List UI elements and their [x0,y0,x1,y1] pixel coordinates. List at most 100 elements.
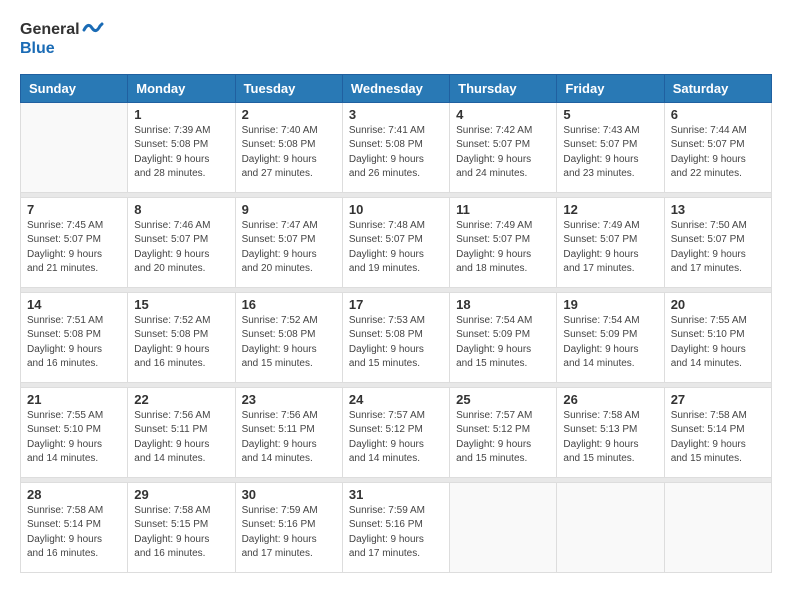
day-cell: 15 Sunrise: 7:52 AMSunset: 5:08 PMDayligh… [128,292,235,382]
day-cell: 29 Sunrise: 7:58 AMSunset: 5:15 PMDayligh… [128,482,235,572]
day-cell: 25 Sunrise: 7:57 AMSunset: 5:12 PMDayligh… [450,387,557,477]
weekday-header-wednesday: Wednesday [342,74,449,102]
day-info: Sunrise: 7:58 AMSunset: 5:14 PMDaylight:… [671,409,765,467]
day-info: Sunrise: 7:59 AMSunset: 5:16 PMDaylight:… [242,504,336,562]
day-number: 20 [671,297,765,312]
day-number: 23 [242,392,336,407]
day-info: Sunrise: 7:43 AMSunset: 5:07 PMDaylight:… [563,124,657,182]
day-number: 31 [349,487,443,502]
day-cell: 21 Sunrise: 7:55 AMSunset: 5:10 PMDayligh… [21,387,128,477]
day-info: Sunrise: 7:58 AMSunset: 5:15 PMDaylight:… [134,504,228,562]
day-info: Sunrise: 7:47 AMSunset: 5:07 PMDaylight:… [242,219,336,277]
day-info: Sunrise: 7:52 AMSunset: 5:08 PMDaylight:… [134,314,228,372]
day-cell: 17 Sunrise: 7:53 AMSunset: 5:08 PMDayligh… [342,292,449,382]
day-cell: 14 Sunrise: 7:51 AMSunset: 5:08 PMDayligh… [21,292,128,382]
day-number: 26 [563,392,657,407]
day-info: Sunrise: 7:56 AMSunset: 5:11 PMDaylight:… [242,409,336,467]
day-info: Sunrise: 7:53 AMSunset: 5:08 PMDaylight:… [349,314,443,372]
day-info: Sunrise: 7:54 AMSunset: 5:09 PMDaylight:… [563,314,657,372]
week-row-2: 7 Sunrise: 7:45 AMSunset: 5:07 PMDaylight… [21,197,772,287]
day-info: Sunrise: 7:59 AMSunset: 5:16 PMDaylight:… [349,504,443,562]
day-cell: 24 Sunrise: 7:57 AMSunset: 5:12 PMDayligh… [342,387,449,477]
logo-blue: Blue [20,40,104,58]
day-cell: 18 Sunrise: 7:54 AMSunset: 5:09 PMDayligh… [450,292,557,382]
day-number: 21 [27,392,121,407]
day-info: Sunrise: 7:45 AMSunset: 5:07 PMDaylight:… [27,219,121,277]
day-cell: 6Sunrise: 7:44 AMSunset: 5:07 PMDaylight… [664,102,771,192]
day-info: Sunrise: 7:57 AMSunset: 5:12 PMDaylight:… [349,409,443,467]
week-row-5: 28Sunrise: 7:58 AMSunset: 5:14 PMDayligh… [21,482,772,572]
week-row-3: 14 Sunrise: 7:51 AMSunset: 5:08 PMDayligh… [21,292,772,382]
day-number: 30 [242,487,336,502]
day-number: 25 [456,392,550,407]
day-number: 12 [563,202,657,217]
day-number: 19 [563,297,657,312]
week-row-4: 21 Sunrise: 7:55 AMSunset: 5:10 PMDayligh… [21,387,772,477]
weekday-header-saturday: Saturday [664,74,771,102]
day-info: Sunrise: 7:49 AMSunset: 5:07 PMDaylight:… [563,219,657,277]
day-cell: 26Sunrise: 7:58 AMSunset: 5:13 PMDayligh… [557,387,664,477]
page-header: General Blue [20,20,772,58]
logo-general: General [20,21,80,39]
day-number: 15 [134,297,228,312]
day-info: Sunrise: 7:58 AMSunset: 5:14 PMDaylight:… [27,504,121,562]
day-cell: 22Sunrise: 7:56 AMSunset: 5:11 PMDayligh… [128,387,235,477]
day-number: 1 [134,107,228,122]
day-cell [557,482,664,572]
weekday-header-tuesday: Tuesday [235,74,342,102]
day-number: 17 [349,297,443,312]
weekday-header-friday: Friday [557,74,664,102]
day-cell: 11Sunrise: 7:49 AMSunset: 5:07 PMDayligh… [450,197,557,287]
day-number: 29 [134,487,228,502]
day-number: 11 [456,202,550,217]
day-info: Sunrise: 7:42 AMSunset: 5:07 PMDaylight:… [456,124,550,182]
day-cell: 13 Sunrise: 7:50 AMSunset: 5:07 PMDayligh… [664,197,771,287]
day-info: Sunrise: 7:46 AMSunset: 5:07 PMDaylight:… [134,219,228,277]
day-number: 8 [134,202,228,217]
day-number: 18 [456,297,550,312]
day-number: 5 [563,107,657,122]
day-cell: 30 Sunrise: 7:59 AMSunset: 5:16 PMDayligh… [235,482,342,572]
day-info: Sunrise: 7:57 AMSunset: 5:12 PMDaylight:… [456,409,550,467]
logo: General Blue [20,20,104,58]
day-number: 16 [242,297,336,312]
day-info: Sunrise: 7:55 AMSunset: 5:10 PMDaylight:… [27,409,121,467]
day-cell: 27Sunrise: 7:58 AMSunset: 5:14 PMDayligh… [664,387,771,477]
day-info: Sunrise: 7:50 AMSunset: 5:07 PMDaylight:… [671,219,765,277]
day-cell: 20 Sunrise: 7:55 AMSunset: 5:10 PMDayligh… [664,292,771,382]
logo-wave-icon [82,20,104,40]
day-number: 13 [671,202,765,217]
day-cell: 3Sunrise: 7:41 AMSunset: 5:08 PMDaylight… [342,102,449,192]
day-number: 10 [349,202,443,217]
day-cell: 23 Sunrise: 7:56 AMSunset: 5:11 PMDayligh… [235,387,342,477]
day-info: Sunrise: 7:55 AMSunset: 5:10 PMDaylight:… [671,314,765,372]
day-cell: 28Sunrise: 7:58 AMSunset: 5:14 PMDayligh… [21,482,128,572]
day-info: Sunrise: 7:39 AMSunset: 5:08 PMDaylight:… [134,124,228,182]
day-cell: 5 Sunrise: 7:43 AMSunset: 5:07 PMDaylight… [557,102,664,192]
day-number: 2 [242,107,336,122]
weekday-header-thursday: Thursday [450,74,557,102]
day-cell: 16 Sunrise: 7:52 AMSunset: 5:08 PMDayligh… [235,292,342,382]
day-cell [450,482,557,572]
week-row-1: 1 Sunrise: 7:39 AMSunset: 5:08 PMDaylight… [21,102,772,192]
day-cell: 19 Sunrise: 7:54 AMSunset: 5:09 PMDayligh… [557,292,664,382]
day-cell [664,482,771,572]
day-number: 4 [456,107,550,122]
weekday-header-monday: Monday [128,74,235,102]
day-info: Sunrise: 7:51 AMSunset: 5:08 PMDaylight:… [27,314,121,372]
day-number: 6 [671,107,765,122]
day-info: Sunrise: 7:54 AMSunset: 5:09 PMDaylight:… [456,314,550,372]
day-number: 24 [349,392,443,407]
day-number: 22 [134,392,228,407]
day-cell: 4 Sunrise: 7:42 AMSunset: 5:07 PMDaylight… [450,102,557,192]
day-info: Sunrise: 7:40 AMSunset: 5:08 PMDaylight:… [242,124,336,182]
day-cell: 7 Sunrise: 7:45 AMSunset: 5:07 PMDaylight… [21,197,128,287]
day-cell: 10Sunrise: 7:48 AMSunset: 5:07 PMDayligh… [342,197,449,287]
weekday-header-row: SundayMondayTuesdayWednesdayThursdayFrid… [21,74,772,102]
weekday-header-sunday: Sunday [21,74,128,102]
day-info: Sunrise: 7:52 AMSunset: 5:08 PMDaylight:… [242,314,336,372]
day-cell: 12 Sunrise: 7:49 AMSunset: 5:07 PMDayligh… [557,197,664,287]
calendar-table: SundayMondayTuesdayWednesdayThursdayFrid… [20,74,772,573]
day-number: 14 [27,297,121,312]
day-number: 7 [27,202,121,217]
